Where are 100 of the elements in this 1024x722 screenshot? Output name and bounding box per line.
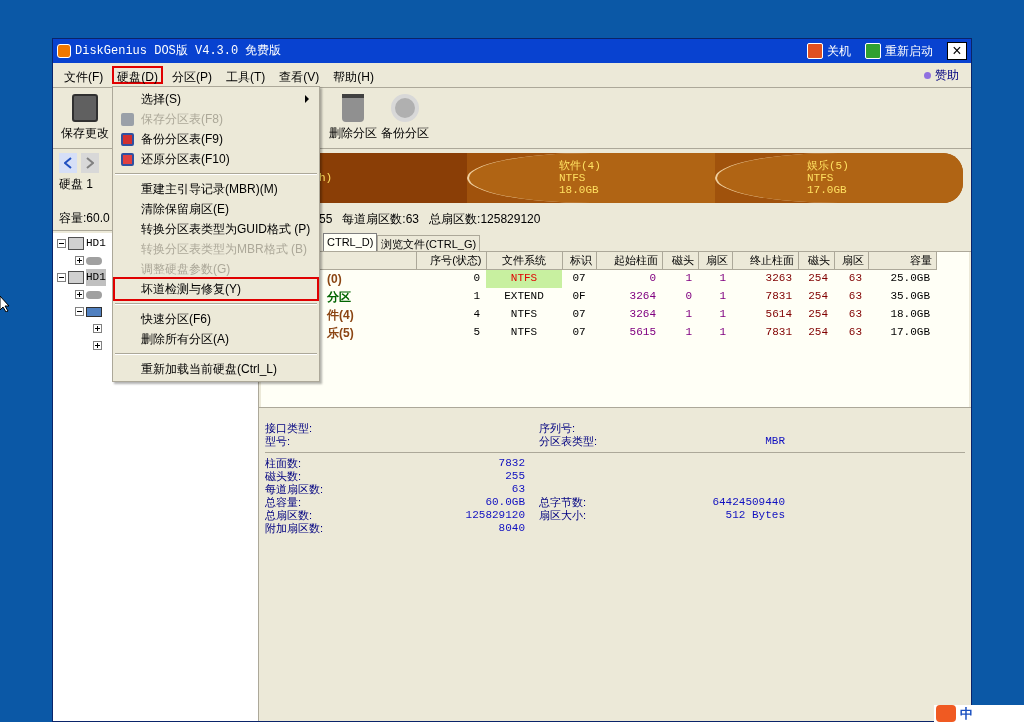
table-cell-text: 0 bbox=[684, 289, 693, 305]
table-cell-text: 5 bbox=[472, 325, 481, 341]
menu-item[interactable]: 重新加载当前硬盘(Ctrl_L) bbox=[115, 359, 317, 379]
table-cell-text: NTFS bbox=[509, 325, 539, 341]
collapse-toggle-icon[interactable] bbox=[75, 307, 84, 316]
table-cell-text: 4 bbox=[472, 307, 481, 323]
menu-item[interactable]: 选择(S) bbox=[115, 89, 317, 109]
ime-mode: 中 bbox=[960, 704, 973, 722]
partition-segment[interactable]: 娱乐(5) NTFS 17.0GB bbox=[715, 153, 963, 203]
table-cell-text: 5615 bbox=[628, 325, 657, 341]
left-chevron-icon bbox=[64, 157, 72, 169]
table-cell: 乐(5) bbox=[327, 325, 354, 340]
menu-item[interactable]: 还原分区表(F10) bbox=[115, 149, 317, 169]
table-cell-text: 254 bbox=[807, 307, 829, 323]
close-button[interactable]: × bbox=[947, 42, 967, 60]
field-value: 60.0GB bbox=[485, 496, 526, 509]
menu-item[interactable]: 快速分区(F6) bbox=[115, 309, 317, 329]
field-value: MBR bbox=[765, 435, 786, 448]
partition-icon bbox=[86, 256, 102, 265]
collapse-toggle-icon[interactable] bbox=[57, 273, 66, 282]
menu-item[interactable]: 删除所有分区(A) bbox=[115, 329, 317, 349]
table-cell: 0 bbox=[596, 269, 662, 288]
sponsor-link[interactable]: 赞助 bbox=[935, 66, 959, 84]
table-cell-text: 17.0GB bbox=[889, 325, 931, 341]
table-cell: 分区 bbox=[327, 289, 351, 304]
partition-segment[interactable]: 软件(4) NTFS 18.0GB bbox=[467, 153, 715, 203]
disk-label: 硬盘 1 bbox=[59, 176, 93, 193]
partition-icon bbox=[86, 306, 102, 317]
table-cell: 25.0GB bbox=[868, 269, 936, 288]
table-cell: 254 bbox=[798, 269, 834, 288]
next-disk-button[interactable] bbox=[81, 153, 99, 173]
column-header[interactable]: 扇区 bbox=[698, 252, 732, 269]
disk-info-text: 55 bbox=[319, 211, 333, 228]
disk-info-text: 总扇区数:125829120 bbox=[429, 211, 541, 228]
menu-item[interactable]: 查看(V) bbox=[274, 66, 325, 84]
tab[interactable]: CTRL_D) bbox=[323, 233, 378, 251]
menu-item[interactable]: 帮助(H) bbox=[328, 66, 379, 84]
column-header[interactable]: 容量 bbox=[868, 252, 936, 269]
table-cell-text: 1 bbox=[718, 307, 727, 323]
menu-item[interactable]: 硬盘(D) bbox=[112, 66, 163, 84]
table-cell: 63 bbox=[834, 269, 868, 288]
toolbar-button[interactable]: 删除分区 bbox=[327, 94, 379, 142]
menu-item[interactable]: 清除保留扇区(E) bbox=[115, 199, 317, 219]
table-cell: 0 bbox=[416, 269, 486, 288]
field-value: 125829120 bbox=[465, 509, 526, 522]
field-label: 总扇区数: bbox=[265, 509, 313, 522]
collapse-toggle-icon[interactable] bbox=[57, 239, 66, 248]
previous-disk-button[interactable] bbox=[59, 153, 77, 173]
table-cell: 07 bbox=[562, 269, 596, 288]
menu-item[interactable]: 分区(P) bbox=[167, 66, 217, 84]
expand-toggle-icon[interactable] bbox=[93, 324, 102, 333]
table-cell: EXTEND bbox=[486, 287, 562, 306]
table-cell-text: NTFS bbox=[509, 307, 539, 323]
table-cell-text: 18.0GB bbox=[889, 307, 931, 323]
expand-toggle-icon[interactable] bbox=[75, 290, 84, 299]
table-cell-text: 63 bbox=[847, 325, 863, 341]
disk-label[interactable]: HD1 bbox=[86, 269, 106, 286]
partition-icon bbox=[86, 290, 102, 299]
table-cell-text: 1 bbox=[684, 325, 693, 341]
partition-segment[interactable]: h) bbox=[319, 153, 467, 203]
field-label: 型号: bbox=[265, 435, 291, 448]
disk-label[interactable]: HD1 bbox=[86, 235, 106, 252]
expand-toggle-icon[interactable] bbox=[75, 256, 84, 265]
field-label: 柱面数: bbox=[265, 457, 302, 470]
field-value: 512 Bytes bbox=[725, 509, 786, 522]
field-label: 接口类型: bbox=[265, 422, 313, 435]
table-cell: (0) bbox=[327, 271, 342, 286]
column-header[interactable]: 起始柱面 bbox=[596, 252, 662, 269]
column-header[interactable]: 终止柱面 bbox=[732, 252, 798, 269]
table-cell: 1 bbox=[416, 287, 486, 306]
menu-item[interactable]: 坏道检测与修复(Y) bbox=[115, 279, 317, 299]
field-label: 总字节数: bbox=[539, 496, 587, 509]
table-cell-text: 63 bbox=[847, 307, 863, 323]
field-label: 扇区大小: bbox=[539, 509, 587, 522]
column-header[interactable]: 磁头 bbox=[662, 252, 698, 269]
table-cell-text: 1 bbox=[718, 325, 727, 341]
table-cell: 0F bbox=[562, 287, 596, 306]
field-label: 总容量: bbox=[265, 496, 302, 509]
mouse-pointer-icon bbox=[0, 296, 10, 312]
restart-button[interactable]: 重新启动 bbox=[865, 42, 933, 60]
table-cell-text: 5614 bbox=[764, 307, 793, 323]
table-cell-text: 7831 bbox=[764, 325, 793, 341]
shutdown-button[interactable]: 关机 bbox=[807, 42, 851, 60]
field-value: 7832 bbox=[498, 457, 526, 470]
menu-item[interactable]: 工具(T) bbox=[221, 66, 271, 84]
menu-item[interactable]: 备份分区表(F9) bbox=[115, 129, 317, 149]
toolbar-button[interactable]: 保存更改 bbox=[59, 94, 111, 142]
column-header[interactable]: 磁头 bbox=[798, 252, 834, 269]
expand-toggle-icon[interactable] bbox=[93, 341, 102, 350]
disk-capacity: 容量:60.0 bbox=[59, 210, 110, 227]
column-header[interactable]: 标识 bbox=[562, 252, 596, 269]
column-header[interactable]: 扇区 bbox=[834, 252, 868, 269]
column-header[interactable]: 序号(状态) bbox=[416, 252, 486, 269]
column-header[interactable]: 文件系统 bbox=[486, 252, 562, 269]
table-cell: 3263 bbox=[732, 269, 798, 288]
menu-item[interactable]: 重建主引导记录(MBR)(M) bbox=[115, 179, 317, 199]
menu-item[interactable]: 转换分区表类型为GUID格式 (P) bbox=[115, 219, 317, 239]
tab[interactable]: 浏览文件(CTRL_G) bbox=[377, 235, 481, 251]
toolbar-button[interactable]: 备份分区 bbox=[379, 94, 431, 142]
menu-item[interactable]: 文件(F) bbox=[59, 66, 109, 84]
